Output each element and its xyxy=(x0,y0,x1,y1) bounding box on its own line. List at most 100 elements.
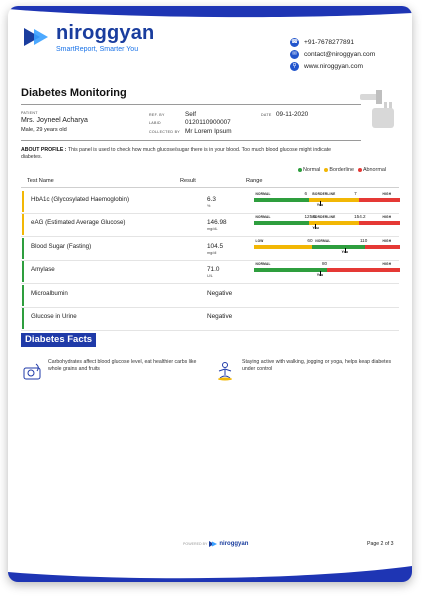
range-segment xyxy=(327,268,400,272)
test-name: Blood Sugar (Fasting) xyxy=(31,243,92,250)
ref-label: REF. BY xyxy=(149,113,165,117)
range-bar: LOW NORMAL HIGH 60 110 You xyxy=(254,238,400,254)
brand-tagline: SmartReport, Smarter You xyxy=(56,46,139,53)
patient-name: Mrs. Joyneel Acharya xyxy=(21,117,88,124)
date-label: DATE xyxy=(261,113,272,117)
contact-block: ☎ +91-7678277891 ✉ contact@niroggyan.com… xyxy=(290,36,375,72)
table-row: eAG (Estimated Average Glucose) 146.98 mg/… xyxy=(22,214,404,235)
row-divider xyxy=(21,283,399,284)
range-cutoff: 125.5 xyxy=(304,214,316,219)
page-number: Page 2 of 3 xyxy=(367,541,394,547)
header-decoration xyxy=(8,6,412,18)
range-segment xyxy=(254,268,327,272)
range-bar: NORMAL BORDERLINE HIGH 6 7 You xyxy=(254,191,400,207)
range-segment xyxy=(254,245,313,249)
collected-by: Mr Lorem Ipsum xyxy=(185,128,232,135)
test-name: Amylase xyxy=(31,266,55,273)
test-name: HbA1c (Glycosylated Haemoglobin) xyxy=(31,196,130,203)
divider xyxy=(21,104,361,105)
mail-icon: ✉ xyxy=(290,49,299,59)
legend-borderline: Borderline xyxy=(324,167,354,173)
test-unit: % xyxy=(207,204,211,208)
test-unit: U/L xyxy=(207,274,213,278)
range-zone-label: HIGH xyxy=(382,239,392,243)
phone-icon: ☎ xyxy=(290,37,299,47)
patient-details: Male, 29 years old xyxy=(21,127,67,133)
range-cutoff: 80 xyxy=(322,261,328,266)
test-name: eAG (Estimated Average Glucose) xyxy=(31,219,126,226)
row-divider xyxy=(21,330,399,331)
range-segment xyxy=(254,198,310,202)
range-segment xyxy=(309,198,360,202)
test-result: 146.98 xyxy=(207,219,227,226)
labid-label: LABID xyxy=(149,121,161,125)
range-cutoff: 154.2 xyxy=(354,214,366,219)
about-profile: ABOUT PROFILE : This panel is used to ch… xyxy=(21,147,351,161)
range-zone-label: NORMAL xyxy=(255,262,271,266)
you-label: You xyxy=(316,203,324,207)
test-result: Negative xyxy=(207,290,233,297)
range-segment xyxy=(254,221,310,225)
you-label: You xyxy=(341,250,349,254)
test-result: 104.5 xyxy=(207,243,223,250)
test-unit: mg/dl xyxy=(207,251,217,255)
divider xyxy=(21,140,361,141)
legend-normal: Normal xyxy=(298,167,320,173)
range-segment xyxy=(359,221,400,225)
header-result: Result xyxy=(180,178,196,184)
range-cutoff: 110 xyxy=(359,238,368,243)
range-zone-label: NORMAL xyxy=(255,215,271,219)
brand-name: niroggyan xyxy=(56,22,155,44)
patient-label: PATIENT xyxy=(21,111,38,115)
fact-text-activity: Staying active with walking, jogging or … xyxy=(242,359,392,372)
table-row: Amylase 71.0 U/L NORMAL HIGH 80 You xyxy=(22,261,404,282)
ref-by: Self xyxy=(185,111,197,118)
range-cutoff: 7 xyxy=(354,191,357,196)
test-unit: mg/dL xyxy=(207,227,218,231)
range-segment xyxy=(312,245,365,249)
range-zone-label: LOW xyxy=(255,239,264,243)
about-text: This panel is used to check how much glu… xyxy=(21,147,332,160)
search-icon: ⚲ xyxy=(290,61,299,71)
test-tube-icon xyxy=(360,90,394,128)
table-row: Glucose in Urine Negative xyxy=(22,308,404,329)
report-page: niroggyan SmartReport, Smarter You ☎ +91… xyxy=(8,6,412,582)
report-title: Diabetes Monitoring xyxy=(21,87,127,99)
about-label: ABOUT PROFILE : xyxy=(21,147,67,153)
facts-title: Diabetes Facts xyxy=(21,333,97,347)
table-header-divider xyxy=(21,187,399,188)
range-cutoff: 60 xyxy=(307,238,313,243)
test-result: 71.0 xyxy=(207,266,220,273)
logo-icon xyxy=(24,28,48,46)
test-name: Glucose in Urine xyxy=(31,313,77,320)
range-bar: NORMAL BORDERLINE HIGH 125.5 154.2 You xyxy=(254,214,400,230)
range-zone-label: NORMAL xyxy=(255,192,271,196)
table-row: HbA1c (Glycosylated Haemoglobin) 6.3% NORM… xyxy=(22,191,404,212)
test-name: Microalbumin xyxy=(31,290,68,297)
range-zone-label: BORDERLINE xyxy=(312,192,336,196)
range-zone-label: HIGH xyxy=(382,215,392,219)
powered-by: POWERED BY niroggyan xyxy=(183,541,249,547)
footer-logo-icon xyxy=(209,541,218,547)
lab-id: 0120110900007 xyxy=(185,119,231,126)
table-row: Microalbumin Negative xyxy=(22,285,404,306)
you-label: You xyxy=(312,226,319,230)
test-result: 6.3 xyxy=(207,196,216,203)
range-bar: NORMAL HIGH 80 You xyxy=(254,261,400,277)
range-segment xyxy=(309,221,360,225)
test-result: Negative xyxy=(207,313,233,320)
table-row: Blood Sugar (Fasting) 104.5 mg/dl LOW NORMAL… xyxy=(22,238,404,259)
row-divider xyxy=(21,236,399,237)
range-zone-label: HIGH xyxy=(382,262,392,266)
range-segment xyxy=(364,245,400,249)
collected-label: COLLECTED BY xyxy=(149,130,180,134)
contact-website[interactable]: ⚲ www.niroggyan.com xyxy=(290,60,375,72)
range-zone-label: HIGH xyxy=(382,192,392,196)
contact-email[interactable]: ✉ contact@niroggyan.com xyxy=(290,48,375,60)
contact-phone[interactable]: ☎ +91-7678277891 xyxy=(290,36,375,48)
header-range: Range xyxy=(246,178,263,184)
footer-decoration xyxy=(8,566,412,582)
food-icon xyxy=(23,363,41,380)
legend-abnormal: Abnormal xyxy=(357,167,386,173)
range-segment xyxy=(359,198,400,202)
